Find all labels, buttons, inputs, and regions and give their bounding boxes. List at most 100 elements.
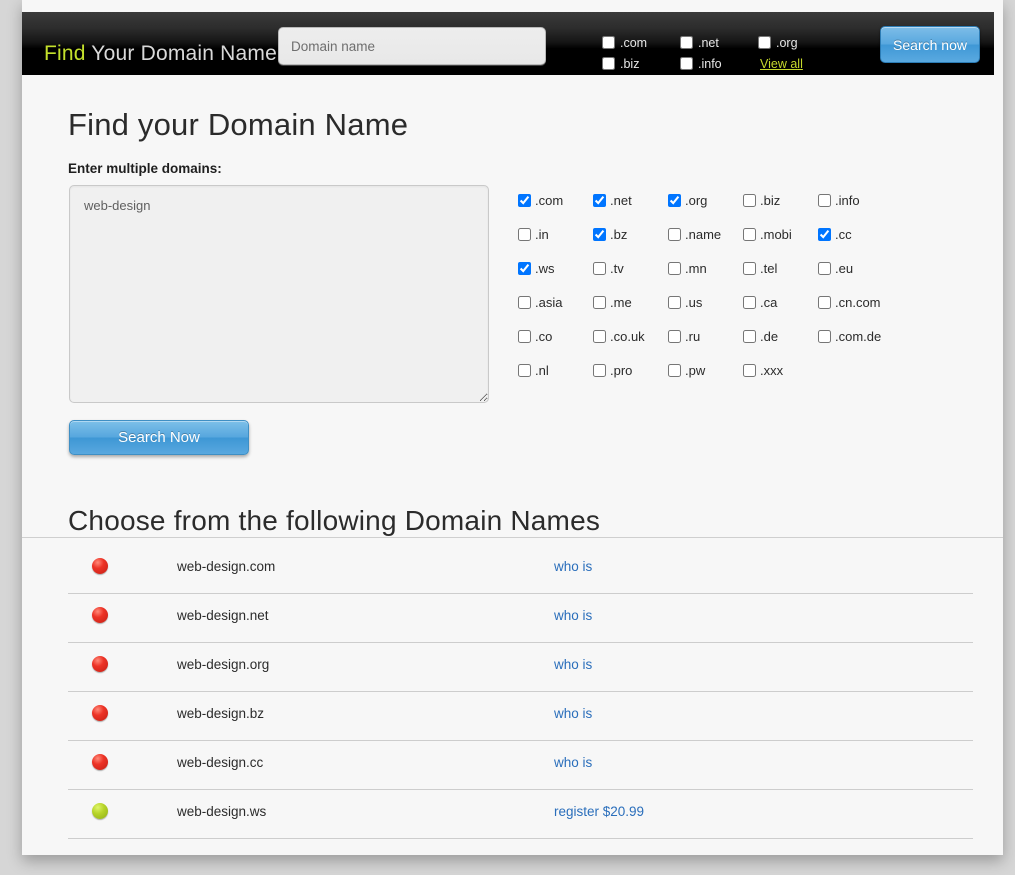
tld-option-ca-checkbox[interactable] bbox=[743, 296, 756, 309]
tld-option-co[interactable]: .co bbox=[518, 329, 593, 344]
header-tld-org[interactable]: .org bbox=[758, 36, 836, 50]
tld-option-mobi-checkbox[interactable] bbox=[743, 228, 756, 241]
result-action-link[interactable]: who is bbox=[554, 608, 592, 623]
tld-option-ca[interactable]: .ca bbox=[743, 295, 818, 310]
tld-option-mn-checkbox[interactable] bbox=[668, 262, 681, 275]
tld-option-pro-checkbox[interactable] bbox=[593, 364, 606, 377]
status-taken-icon bbox=[92, 607, 108, 623]
header-domain-input[interactable] bbox=[278, 27, 546, 65]
tld-option-com-de-checkbox[interactable] bbox=[818, 330, 831, 343]
tld-option-in-checkbox[interactable] bbox=[518, 228, 531, 241]
tld-option-cn-com[interactable]: .cn.com bbox=[818, 295, 893, 310]
tld-option-biz-checkbox[interactable] bbox=[743, 194, 756, 207]
tld-option-ws-checkbox[interactable] bbox=[518, 262, 531, 275]
tld-option-me-label: .me bbox=[610, 295, 632, 310]
header-tld-org-label: .org bbox=[776, 35, 798, 50]
tld-option-xxx[interactable]: .xxx bbox=[743, 363, 818, 378]
tld-option-org-checkbox[interactable] bbox=[668, 194, 681, 207]
tld-option-tel[interactable]: .tel bbox=[743, 261, 818, 276]
tld-option-asia[interactable]: .asia bbox=[518, 295, 593, 310]
header-tld-com-checkbox[interactable] bbox=[602, 36, 615, 49]
tld-option-ru[interactable]: .ru bbox=[668, 329, 743, 344]
tld-option-com-checkbox[interactable] bbox=[518, 194, 531, 207]
tld-option-de-label: .de bbox=[760, 329, 779, 344]
tld-option-name-checkbox[interactable] bbox=[668, 228, 681, 241]
domains-textarea[interactable] bbox=[69, 185, 489, 403]
tld-option-name-label: .name bbox=[685, 227, 722, 242]
tld-option-asia-label: .asia bbox=[535, 295, 563, 310]
tld-option-cc-checkbox[interactable] bbox=[818, 228, 831, 241]
result-action-link[interactable]: who is bbox=[554, 657, 592, 672]
tld-option-com-de[interactable]: .com.de bbox=[818, 329, 893, 344]
header-tld-biz[interactable]: .biz bbox=[602, 57, 680, 71]
tld-option-org-label: .org bbox=[685, 193, 708, 208]
tld-option-co-checkbox[interactable] bbox=[518, 330, 531, 343]
tld-checkbox-grid: .com .net .org .biz .info .in .bz .name … bbox=[518, 193, 958, 397]
tld-option-com[interactable]: .com bbox=[518, 193, 593, 208]
brand-accent-word: Find bbox=[44, 42, 86, 65]
tld-option-tv[interactable]: .tv bbox=[593, 261, 668, 276]
tld-option-de[interactable]: .de bbox=[743, 329, 818, 344]
tld-option-us[interactable]: .us bbox=[668, 295, 743, 310]
status-taken-icon bbox=[92, 656, 108, 672]
tld-option-net-checkbox[interactable] bbox=[593, 194, 606, 207]
header-search-now-button[interactable]: Search now bbox=[880, 26, 980, 63]
view-all-link[interactable]: View all bbox=[760, 57, 803, 71]
tld-option-org[interactable]: .org bbox=[668, 193, 743, 208]
tld-option-net[interactable]: .net bbox=[593, 193, 668, 208]
result-action-link[interactable]: who is bbox=[554, 755, 592, 770]
tld-option-pw-checkbox[interactable] bbox=[668, 364, 681, 377]
tld-option-cc[interactable]: .cc bbox=[818, 227, 893, 242]
result-action-link[interactable]: who is bbox=[554, 706, 592, 721]
tld-option-info[interactable]: .info bbox=[818, 193, 893, 208]
header-tld-com[interactable]: .com bbox=[602, 36, 680, 50]
header-tld-org-checkbox[interactable] bbox=[758, 36, 771, 49]
header-tld-info[interactable]: .info bbox=[680, 57, 758, 71]
tld-option-ws-label: .ws bbox=[535, 261, 555, 276]
tld-option-xxx-checkbox[interactable] bbox=[743, 364, 756, 377]
tld-option-tv-label: .tv bbox=[610, 261, 624, 276]
tld-option-asia-checkbox[interactable] bbox=[518, 296, 531, 309]
tld-option-co-uk-checkbox[interactable] bbox=[593, 330, 606, 343]
tld-option-bz[interactable]: .bz bbox=[593, 227, 668, 242]
tld-option-pro[interactable]: .pro bbox=[593, 363, 668, 378]
header-tld-net[interactable]: .net bbox=[680, 36, 758, 50]
tld-option-me-checkbox[interactable] bbox=[593, 296, 606, 309]
tld-option-ws[interactable]: .ws bbox=[518, 261, 593, 276]
tld-option-bz-checkbox[interactable] bbox=[593, 228, 606, 241]
result-action-link[interactable]: register $20.99 bbox=[554, 804, 644, 819]
search-now-button[interactable]: Search Now bbox=[69, 420, 249, 455]
result-domain-name: web-design.com bbox=[177, 559, 276, 574]
tld-option-me[interactable]: .me bbox=[593, 295, 668, 310]
header-tld-info-checkbox[interactable] bbox=[680, 57, 693, 70]
enter-multiple-domains-label: Enter multiple domains: bbox=[68, 161, 222, 176]
tld-option-nl[interactable]: .nl bbox=[518, 363, 593, 378]
tld-option-nl-label: .nl bbox=[535, 363, 549, 378]
tld-option-pw[interactable]: .pw bbox=[668, 363, 743, 378]
tld-option-us-checkbox[interactable] bbox=[668, 296, 681, 309]
tld-option-eu-checkbox[interactable] bbox=[818, 262, 831, 275]
tld-option-mobi[interactable]: .mobi bbox=[743, 227, 818, 242]
tld-option-de-checkbox[interactable] bbox=[743, 330, 756, 343]
header-tld-biz-checkbox[interactable] bbox=[602, 57, 615, 70]
table-row: web-design.com who is bbox=[68, 545, 973, 594]
tld-option-xxx-label: .xxx bbox=[760, 363, 784, 378]
tld-option-eu[interactable]: .eu bbox=[818, 261, 893, 276]
tld-option-in-label: .in bbox=[535, 227, 549, 242]
tld-option-mn[interactable]: .mn bbox=[668, 261, 743, 276]
tld-option-tel-label: .tel bbox=[760, 261, 778, 276]
tld-option-cn-com-checkbox[interactable] bbox=[818, 296, 831, 309]
tld-option-biz[interactable]: .biz bbox=[743, 193, 818, 208]
header-tld-net-checkbox[interactable] bbox=[680, 36, 693, 49]
tld-option-nl-checkbox[interactable] bbox=[518, 364, 531, 377]
tld-option-co-uk[interactable]: .co.uk bbox=[593, 329, 668, 344]
tld-option-in[interactable]: .in bbox=[518, 227, 593, 242]
tld-option-cn-com-label: .cn.com bbox=[835, 295, 881, 310]
tld-option-tel-checkbox[interactable] bbox=[743, 262, 756, 275]
tld-option-info-checkbox[interactable] bbox=[818, 194, 831, 207]
tld-option-bz-label: .bz bbox=[610, 227, 628, 242]
tld-option-ru-checkbox[interactable] bbox=[668, 330, 681, 343]
result-action-link[interactable]: who is bbox=[554, 559, 592, 574]
tld-option-name[interactable]: .name bbox=[668, 227, 743, 242]
tld-option-tv-checkbox[interactable] bbox=[593, 262, 606, 275]
